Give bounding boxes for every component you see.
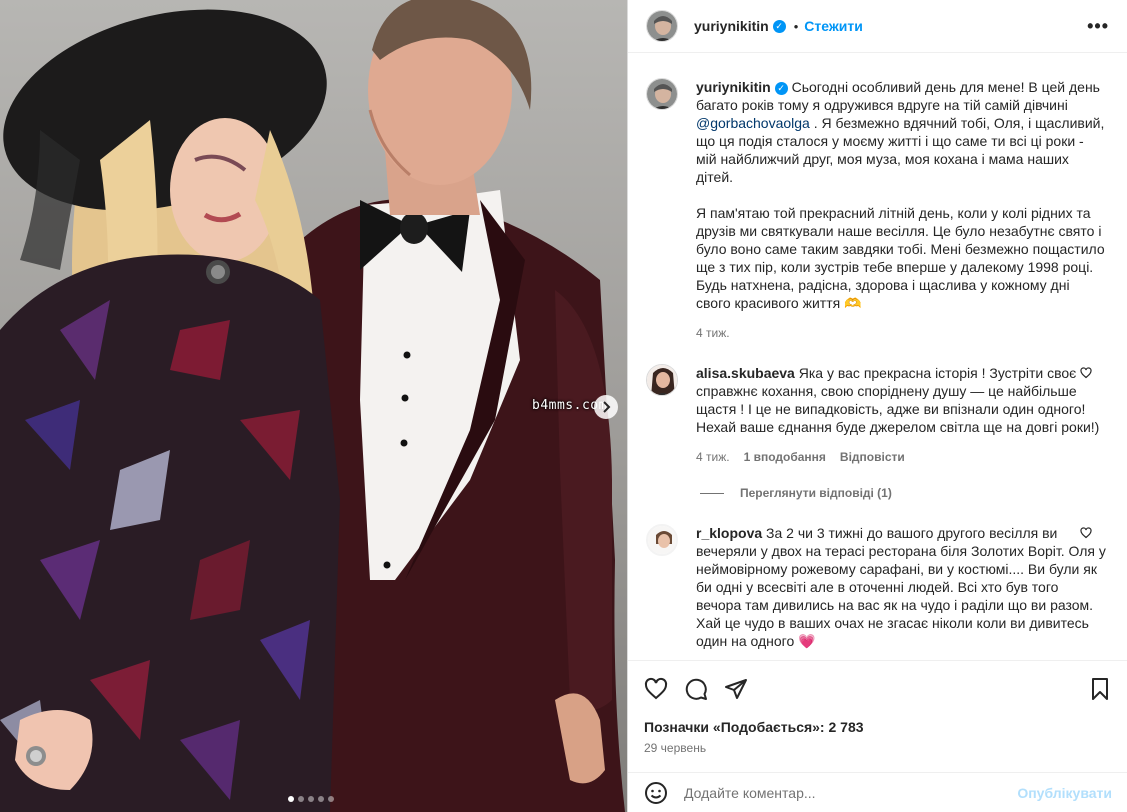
add-comment-bar: Опублікувати bbox=[628, 772, 1127, 812]
caption-time[interactable]: 4 тиж. bbox=[696, 324, 730, 342]
comment-username[interactable]: alisa.skubaeva bbox=[696, 365, 795, 381]
caption-username[interactable]: yuriynikitin bbox=[696, 79, 771, 95]
carousel-dots bbox=[288, 796, 334, 802]
share-send-icon[interactable] bbox=[724, 677, 748, 701]
chevron-right-icon bbox=[603, 401, 611, 413]
separator-dot: • bbox=[793, 18, 799, 34]
mention-link[interactable]: @gorbachovaolga bbox=[696, 115, 810, 131]
avatar[interactable] bbox=[646, 78, 678, 110]
view-replies-label: Переглянути відповіді (1) bbox=[740, 486, 892, 500]
view-replies-button[interactable]: Переглянути відповіді (1) bbox=[696, 486, 1106, 500]
avatar[interactable] bbox=[646, 10, 678, 42]
user-avatar-icon bbox=[647, 79, 677, 109]
post-actions: Позначки «Подобається»: 2 783 29 червень bbox=[628, 660, 1127, 755]
reply-button[interactable]: Відповісти bbox=[840, 448, 905, 466]
like-heart-icon[interactable] bbox=[644, 677, 668, 701]
post-header: yuriynikitin ✓ • Стежити ••• bbox=[628, 0, 1127, 53]
user-avatar-icon bbox=[647, 11, 677, 41]
verified-badge-icon: ✓ bbox=[774, 82, 788, 95]
user-avatar-icon bbox=[648, 526, 676, 554]
comment-time[interactable]: 4 тиж. bbox=[696, 448, 730, 466]
post-sidebar: yuriynikitin ✓ • Стежити ••• yuriynikiti… bbox=[627, 0, 1127, 812]
comment: r_klopova За 2 чи 3 тижні до вашого друг… bbox=[646, 524, 1106, 650]
emoji-icon[interactable] bbox=[644, 781, 668, 805]
caption-paragraph-2: Я пам'ятаю той прекрасний літній день, к… bbox=[696, 205, 1105, 311]
carousel-next-button[interactable] bbox=[594, 395, 618, 419]
carousel-dot bbox=[298, 796, 304, 802]
carousel-dot bbox=[288, 796, 294, 802]
comment-text-cont: Хай це чудо в ваших очах не згасає нікол… bbox=[696, 615, 1089, 649]
likes-count[interactable]: Позначки «Подобається»: 2 783 bbox=[644, 719, 1112, 735]
comment-likes[interactable]: 1 вподобання bbox=[744, 448, 826, 466]
header-username[interactable]: yuriynikitin bbox=[694, 18, 769, 34]
avatar[interactable] bbox=[646, 524, 678, 556]
user-avatar-icon bbox=[647, 365, 677, 395]
comment-input[interactable] bbox=[684, 784, 1018, 801]
carousel-dot bbox=[318, 796, 324, 802]
replies-line bbox=[700, 492, 724, 494]
like-comment-heart-icon[interactable] bbox=[1080, 367, 1092, 379]
verified-badge-icon: ✓ bbox=[772, 19, 786, 33]
publish-button[interactable]: Опублікувати bbox=[1017, 785, 1112, 801]
post-photo[interactable]: b4mms.com bbox=[0, 0, 627, 812]
bookmark-icon[interactable] bbox=[1088, 677, 1112, 701]
comments-area[interactable]: yuriynikitin ✓ Сьогодні особливий день дл… bbox=[628, 54, 1127, 659]
avatar[interactable] bbox=[646, 364, 678, 396]
caption: yuriynikitin ✓ Сьогодні особливий день дл… bbox=[646, 78, 1106, 342]
carousel-dot bbox=[328, 796, 334, 802]
carousel-dot bbox=[308, 796, 314, 802]
follow-button[interactable]: Стежити bbox=[804, 18, 863, 34]
comment: alisa.skubaeva Яка у вас прекрасна істор… bbox=[646, 364, 1106, 466]
like-comment-heart-icon[interactable] bbox=[1080, 527, 1092, 539]
comment-bubble-icon[interactable] bbox=[684, 677, 708, 701]
post-date[interactable]: 29 червень bbox=[644, 741, 1112, 755]
comment-username[interactable]: r_klopova bbox=[696, 525, 762, 541]
more-options-icon[interactable]: ••• bbox=[1087, 16, 1109, 37]
